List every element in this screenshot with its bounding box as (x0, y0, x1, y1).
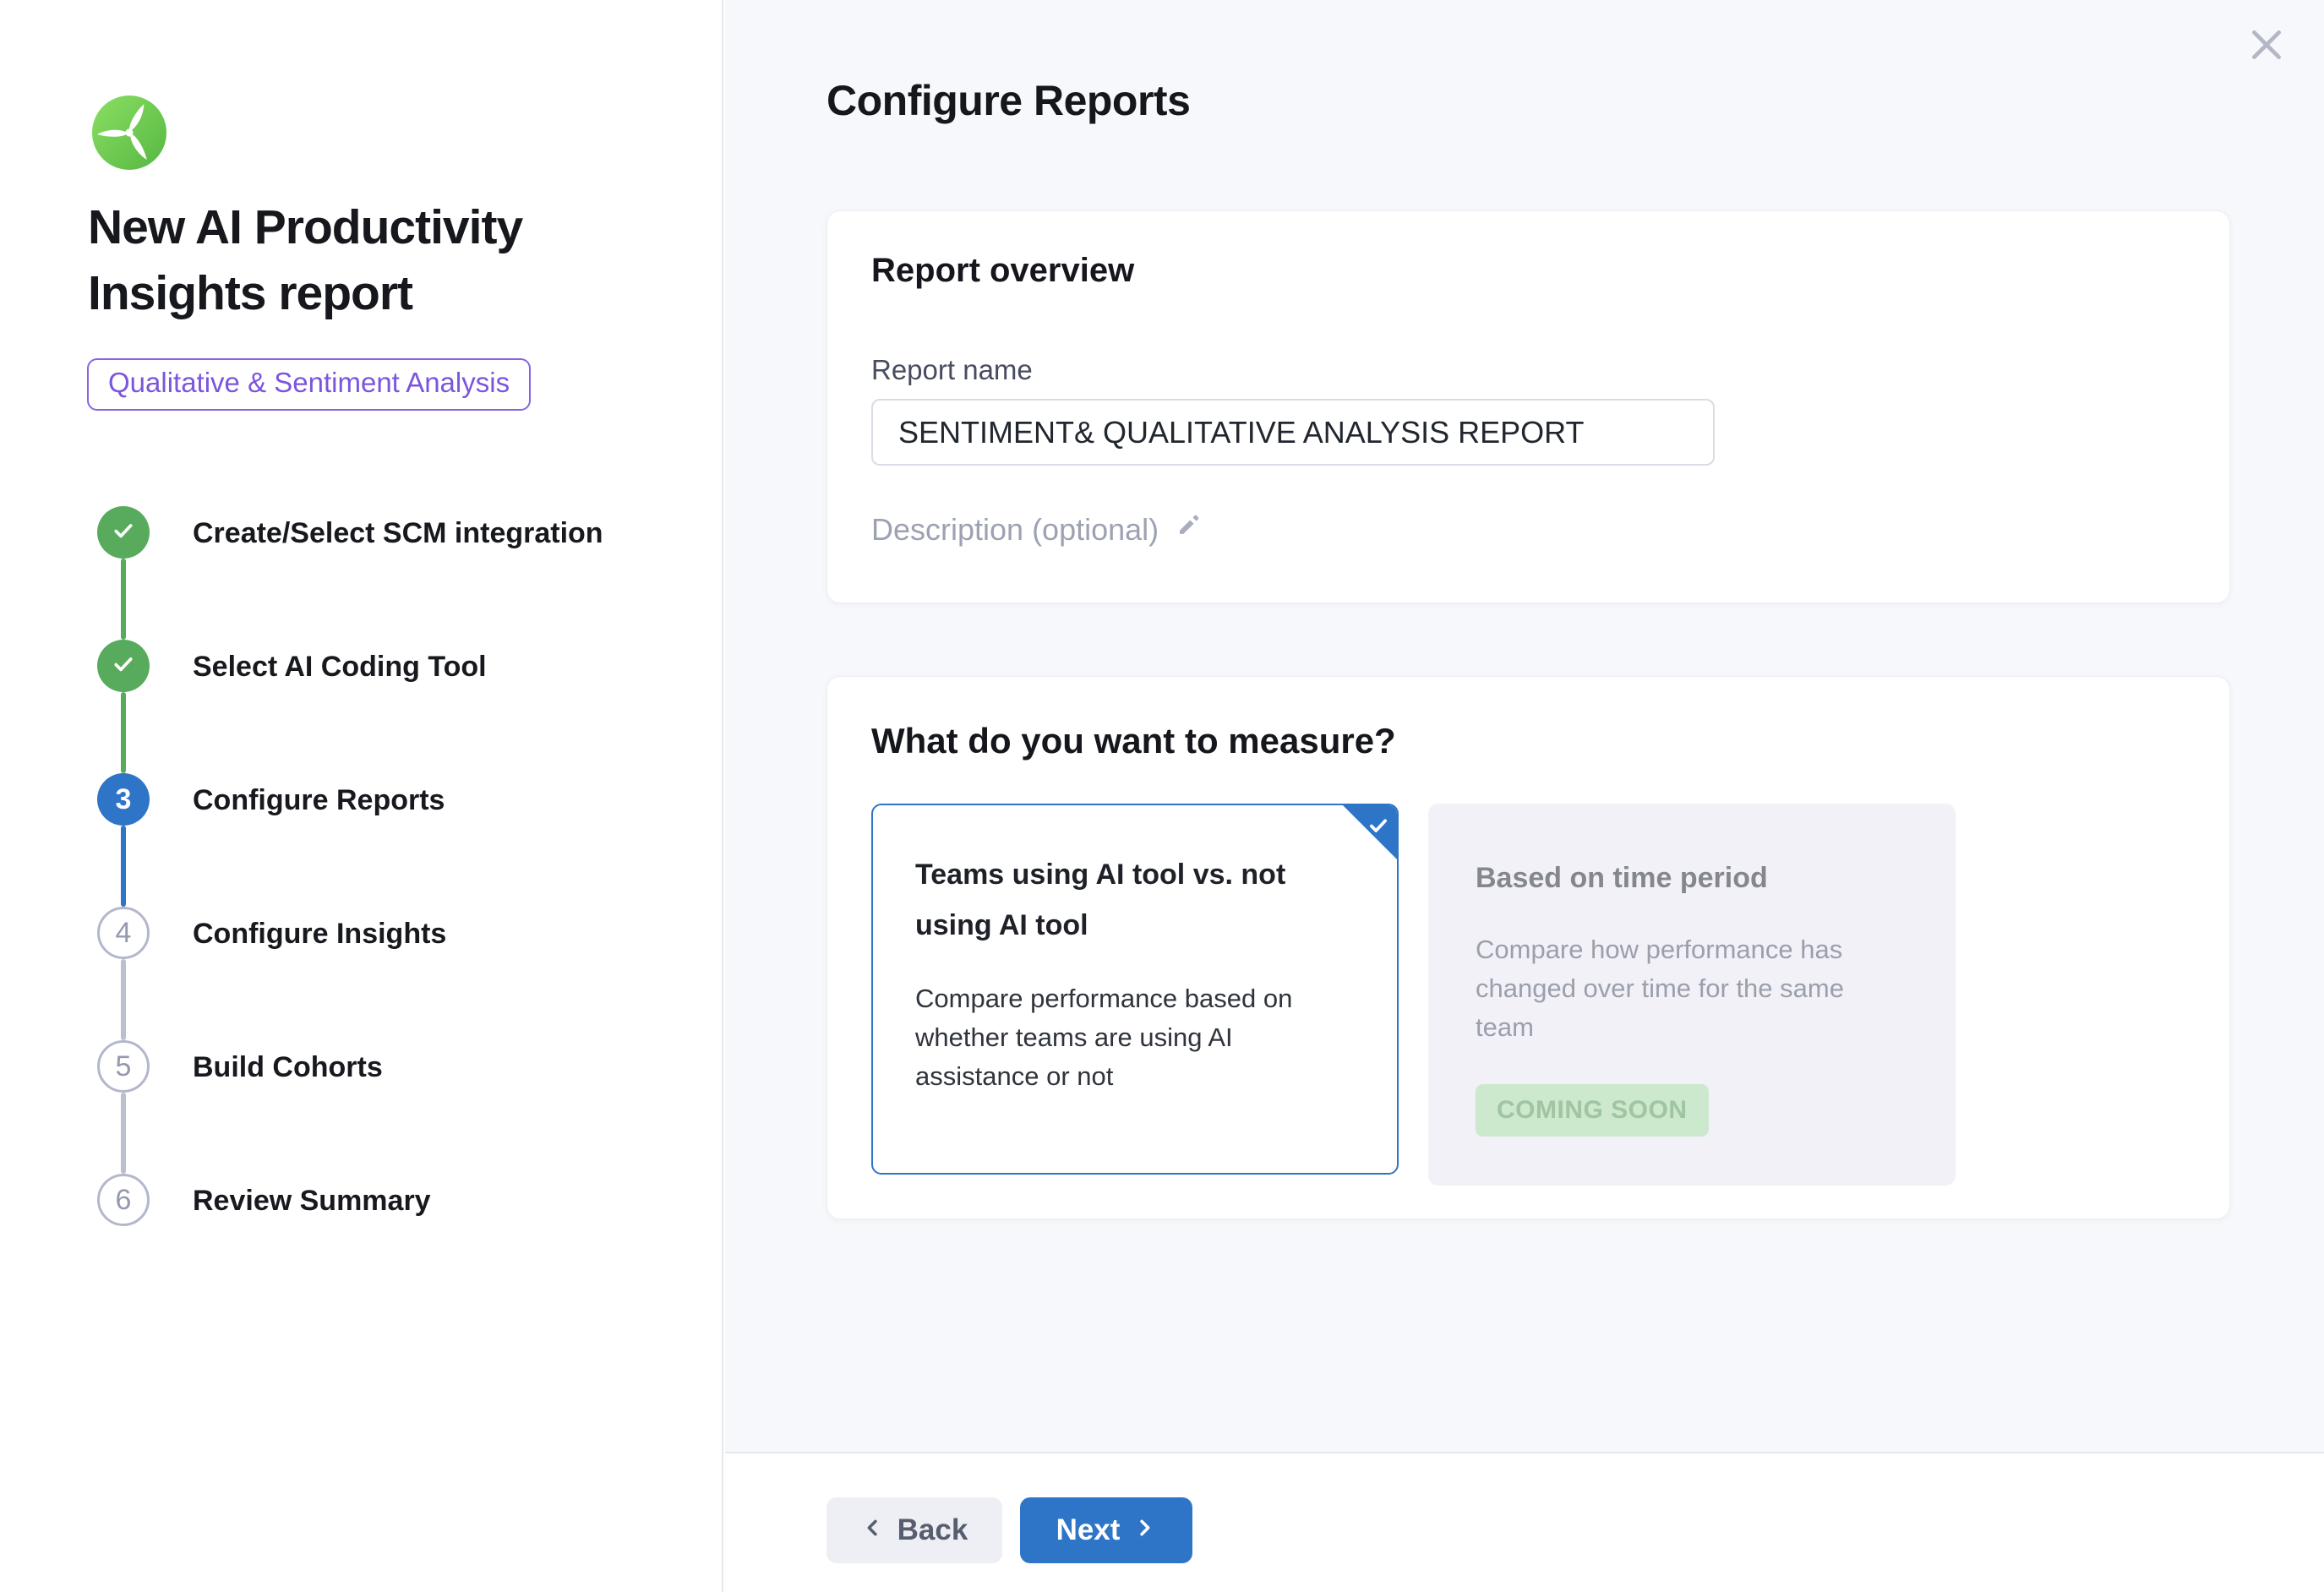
propeller-logo-icon (91, 95, 167, 171)
back-button[interactable]: Back (826, 1497, 1002, 1563)
measure-heading: What do you want to measure? (871, 721, 2185, 761)
step-6-indicator: 6 (97, 1174, 150, 1226)
step-4-indicator: 4 (97, 907, 150, 959)
close-button[interactable] (2243, 22, 2290, 69)
step-connector (121, 559, 126, 640)
description-edit[interactable]: Description (optional) (871, 511, 1203, 548)
step-5-number: 5 (116, 1050, 132, 1083)
wizard-title: New AI Productivity Insights report (88, 194, 629, 326)
coming-soon-badge: COMING SOON (1476, 1084, 1709, 1137)
step-3-indicator: 3 (97, 773, 150, 826)
step-5-label: Build Cohorts (193, 1050, 383, 1084)
measure-card: What do you want to measure? Teams using… (826, 676, 2230, 1219)
chevron-left-icon (861, 1513, 885, 1547)
next-button[interactable]: Next (1020, 1497, 1192, 1563)
step-connector (121, 959, 126, 1040)
next-button-label: Next (1056, 1513, 1121, 1547)
step-connector (121, 1093, 126, 1174)
report-name-label: Report name (871, 354, 2185, 386)
wizard-footer: Back Next (725, 1452, 2324, 1592)
option-title: Based on time period (1476, 853, 1908, 903)
report-overview-card: Report overview Report name Description … (826, 210, 2230, 603)
step-4-label: Configure Insights (193, 917, 446, 951)
option-description: Compare how performance has changed over… (1476, 930, 1908, 1047)
step-4-number: 4 (116, 917, 132, 950)
wizard-sidebar: New AI Productivity Insights report Qual… (0, 0, 723, 1592)
chevron-right-icon (1132, 1513, 1156, 1547)
option-description: Compare performance based on whether tea… (915, 979, 1355, 1096)
close-icon (2245, 24, 2288, 68)
back-button-label: Back (897, 1513, 968, 1547)
wizard-stepper: Create/Select SCM integration Select AI … (97, 506, 697, 1241)
step-3-label: Configure Reports (193, 783, 445, 817)
step-connector (121, 826, 126, 907)
step-6-number: 6 (116, 1184, 132, 1217)
page-title: Configure Reports (826, 76, 1190, 125)
measure-options: Teams using AI tool vs. not using AI too… (871, 804, 2185, 1186)
report-name-input[interactable] (871, 399, 1715, 466)
option-teams-vs-not[interactable]: Teams using AI tool vs. not using AI too… (871, 804, 1399, 1175)
configure-reports-panel: Configure Reports Report overview Report… (725, 0, 2324, 1592)
step-2-label: Select AI Coding Tool (193, 650, 487, 684)
step-1-label: Create/Select SCM integration (193, 516, 603, 550)
step-5-indicator: 5 (97, 1040, 150, 1093)
description-label: Description (optional) (871, 512, 1159, 548)
step-6-label: Review Summary (193, 1184, 431, 1218)
check-icon (110, 517, 137, 548)
step-2-indicator (97, 640, 150, 692)
app-window: New AI Productivity Insights report Qual… (0, 0, 2324, 1592)
step-connector (121, 692, 126, 773)
pencil-icon (1174, 511, 1203, 548)
check-icon (110, 651, 137, 682)
check-icon (1366, 813, 1391, 842)
option-time-period[interactable]: Based on time period Compare how perform… (1428, 804, 1956, 1186)
report-overview-heading: Report overview (871, 252, 2185, 290)
option-title: Teams using AI tool vs. not using AI too… (915, 849, 1355, 951)
step-3-number: 3 (116, 783, 132, 816)
report-type-badge: Qualitative & Sentiment Analysis (87, 358, 531, 411)
step-1-indicator (97, 506, 150, 559)
